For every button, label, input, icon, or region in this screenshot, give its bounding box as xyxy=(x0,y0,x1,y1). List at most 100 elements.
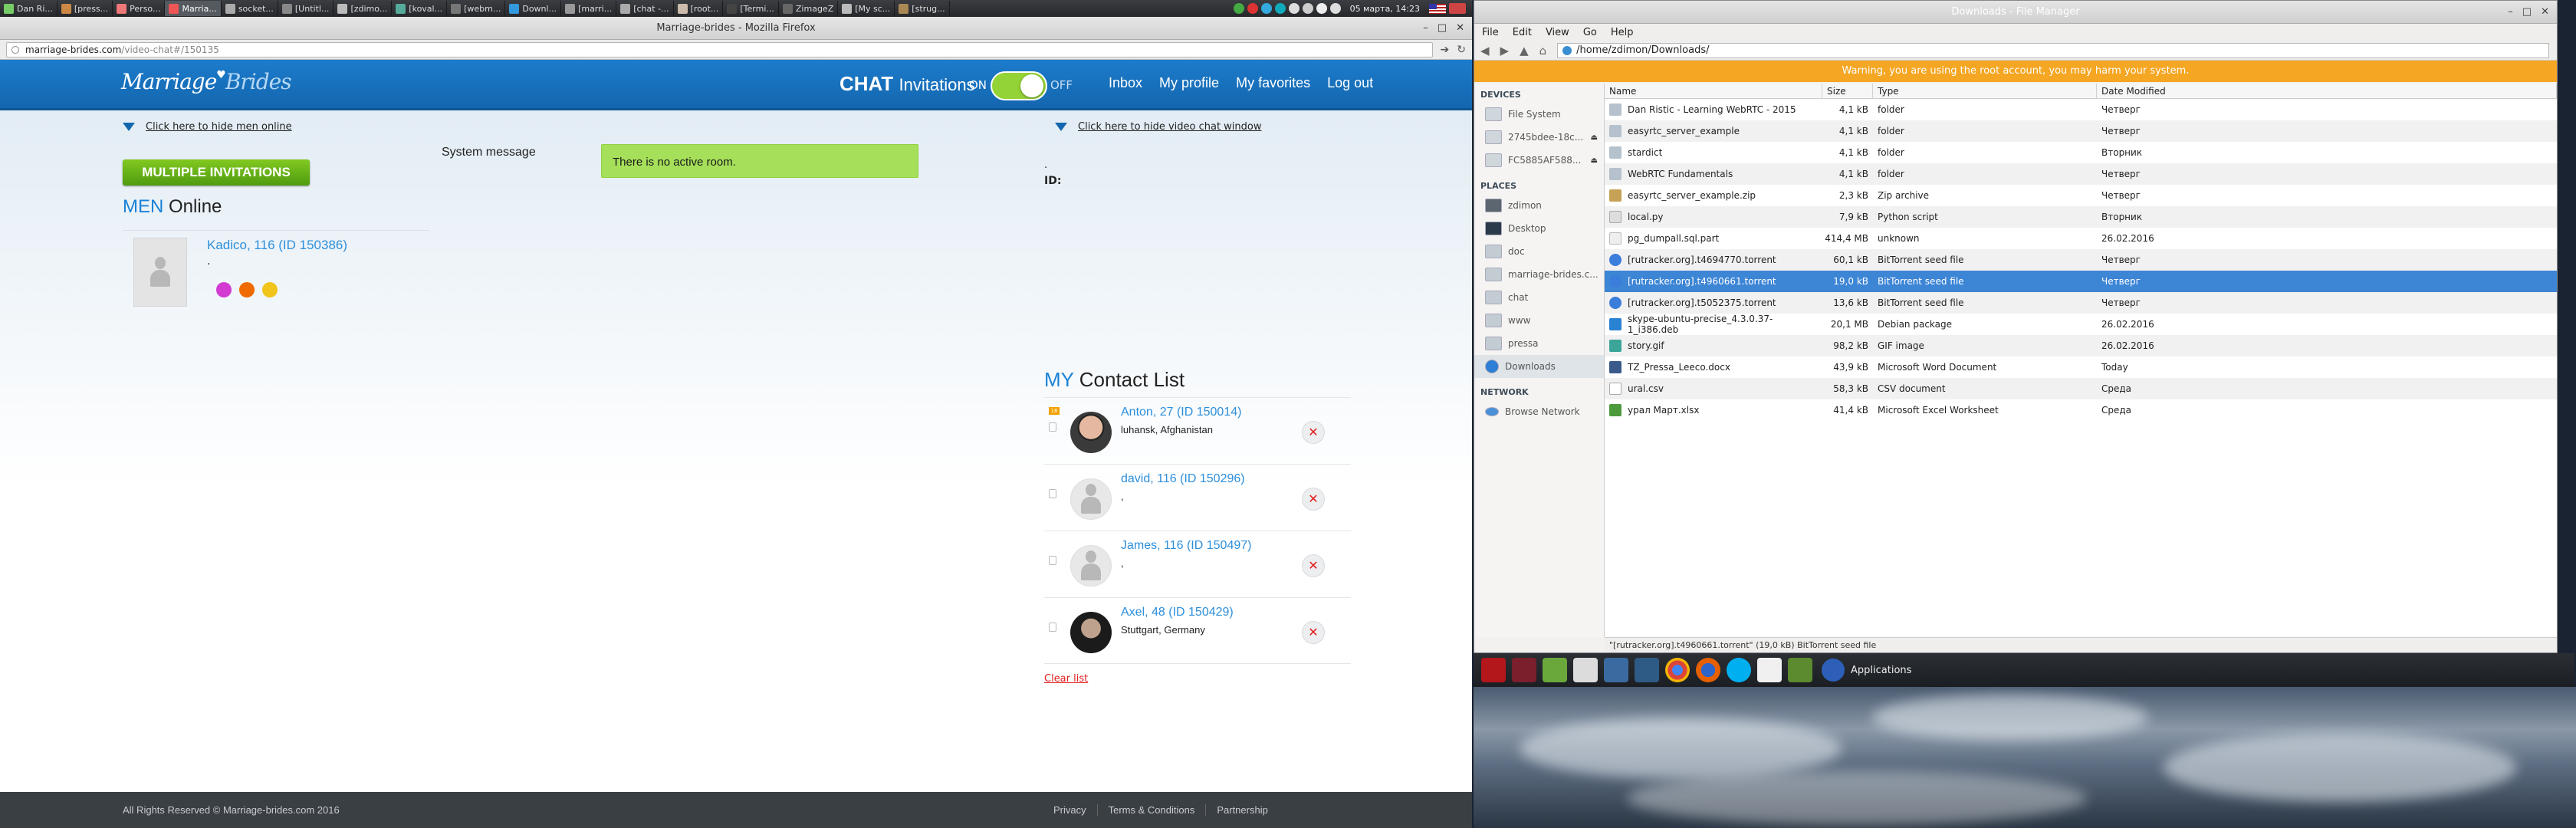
sidebar-item-device-2745[interactable]: 2745bdee-18c... ⏏ xyxy=(1474,126,1604,149)
mysql-workbench-icon[interactable] xyxy=(1635,658,1659,682)
taskbar-window-button[interactable]: Downl... xyxy=(505,1,562,16)
column-header-date-modified[interactable]: Date Modified xyxy=(2097,84,2557,98)
minimize-icon[interactable]: – xyxy=(2508,1,2513,24)
text-editor-icon[interactable] xyxy=(1573,658,1598,682)
taskbar-window-button[interactable]: socket... xyxy=(222,1,278,16)
home-icon[interactable]: ⌂ xyxy=(1539,44,1547,58)
column-header-type[interactable]: Type xyxy=(1873,84,2097,98)
table-row[interactable]: stardict 4,1 kB folder Вторник xyxy=(1605,142,2557,163)
up-arrow-icon[interactable]: ▲ xyxy=(1520,44,1529,58)
table-row[interactable]: story.gif 98,2 kB GIF image 26.02.2016 xyxy=(1605,335,2557,356)
postgresql-icon[interactable] xyxy=(1604,658,1628,682)
sidebar-item-chat[interactable]: chat xyxy=(1474,286,1604,309)
sidebar-item-doc[interactable]: doc xyxy=(1474,240,1604,263)
sidebar-item-downloads[interactable]: Downloads xyxy=(1474,355,1604,378)
applications-menu[interactable]: Applications xyxy=(1822,659,1911,682)
nav-my-favorites[interactable]: My favorites xyxy=(1236,75,1310,91)
table-row[interactable]: skype-ubuntu-precise_4.3.0.37-1_i386.deb… xyxy=(1605,314,2557,335)
taskbar-window-button[interactable]: Dan Ri... xyxy=(0,1,58,16)
remove-contact-button[interactable]: ✕ xyxy=(1302,621,1325,644)
table-row[interactable]: Dan Ristic - Learning WebRTC - 2015 4,1 k… xyxy=(1605,99,2557,120)
close-icon[interactable]: ✕ xyxy=(1456,17,1464,40)
app-icon[interactable] xyxy=(1757,658,1782,682)
favorite-icon[interactable] xyxy=(262,282,278,297)
taskbar-window-button[interactable]: [koval... xyxy=(392,1,448,16)
forward-arrow-icon[interactable]: ▶ xyxy=(1500,44,1510,58)
chat-invite-icon[interactable] xyxy=(216,282,232,297)
nav-inbox[interactable]: Inbox xyxy=(1109,75,1142,91)
maximize-icon[interactable]: □ xyxy=(2522,1,2532,24)
bluetooth-icon[interactable] xyxy=(1302,3,1313,14)
table-row[interactable]: pg_dumpall.sql.part 414,4 MB unknown 26.02.… xyxy=(1605,228,2557,249)
column-header-name[interactable]: Name xyxy=(1605,84,1822,98)
taskbar-window-button[interactable]: [Untitl... xyxy=(278,1,334,16)
back-arrow-icon[interactable]: ◀ xyxy=(1480,44,1490,58)
hide-video-toggle[interactable]: Click here to hide video chat window xyxy=(1055,121,1262,133)
table-row[interactable]: ural.csv 58,3 kB CSV document Среда xyxy=(1605,378,2557,399)
taskbar-window-button[interactable]: ZimageZ xyxy=(779,1,839,16)
hide-men-link[interactable]: Click here to hide men online xyxy=(146,121,292,133)
table-row[interactable]: local.py 7,9 kB Python script Вторник xyxy=(1605,206,2557,228)
skype-tray-icon[interactable] xyxy=(1274,3,1286,14)
minimize-icon[interactable]: – xyxy=(1423,17,1428,40)
taskbar-window-button[interactable]: Perso... xyxy=(113,1,166,16)
menu-view[interactable]: View xyxy=(1546,27,1569,38)
table-row[interactable]: WebRTC Fundamentals 4,1 kB folder Четверг xyxy=(1605,163,2557,185)
contact-name[interactable]: Axel, 48 (ID 150429) xyxy=(1121,606,1234,619)
tools-icon[interactable] xyxy=(1543,658,1567,682)
eject-icon[interactable]: ⏏ xyxy=(1591,133,1598,142)
site-logo[interactable]: Marriage♥Brides xyxy=(121,69,292,94)
chrome-icon[interactable] xyxy=(1665,658,1690,682)
sidebar-item-zdimon[interactable]: zdimon xyxy=(1474,194,1604,217)
nav-log-out[interactable]: Log out xyxy=(1327,75,1373,91)
video-invite-icon[interactable] xyxy=(239,282,255,297)
sidebar-item-pressa[interactable]: pressa xyxy=(1474,332,1604,355)
volume-icon[interactable] xyxy=(1329,3,1341,14)
hide-video-link[interactable]: Click here to hide video chat window xyxy=(1078,121,1262,133)
sidebar-item-device-fc58[interactable]: FC5885AF588... ⏏ xyxy=(1474,149,1604,172)
menu-file[interactable]: File xyxy=(1482,27,1499,38)
contact-name[interactable]: david, 116 (ID 150296) xyxy=(1121,472,1245,486)
filezilla-icon[interactable] xyxy=(1481,658,1506,682)
chrome-tray-icon[interactable] xyxy=(1247,3,1258,14)
contact-name[interactable]: Anton, 27 (ID 150014) xyxy=(1121,406,1241,419)
hide-men-toggle[interactable]: Click here to hide men online xyxy=(123,121,292,133)
toggle-knob[interactable] xyxy=(1020,74,1043,97)
collapse-triangle-icon[interactable] xyxy=(1055,123,1067,131)
keyboard-layout-flag-icon[interactable] xyxy=(1429,3,1446,14)
table-row[interactable]: easyrtc_server_example.zip 2,3 kB Zip arch… xyxy=(1605,185,2557,206)
sidebar-item-www[interactable]: www xyxy=(1474,309,1604,332)
table-row[interactable]: [rutracker.org].t4694770.torrent 60,1 kB B… xyxy=(1605,249,2557,271)
remove-contact-button[interactable]: ✕ xyxy=(1302,421,1325,444)
clear-list-link[interactable]: Clear list xyxy=(1044,673,1088,685)
footer-partnership-link[interactable]: Partnership xyxy=(1205,804,1278,816)
go-arrow-icon[interactable]: ➔ xyxy=(1441,44,1450,56)
menu-help[interactable]: Help xyxy=(1611,27,1634,38)
multiple-invitations-button[interactable]: MULTIPLE INVITATIONS xyxy=(123,159,310,186)
maximize-icon[interactable]: □ xyxy=(1438,17,1447,40)
contact-name[interactable]: James, 116 (ID 150497) xyxy=(1121,539,1251,553)
battery-icon[interactable] xyxy=(1316,3,1327,14)
user-icon[interactable] xyxy=(1449,3,1466,14)
close-icon[interactable]: ✕ xyxy=(2541,1,2549,24)
site-info-icon[interactable] xyxy=(12,45,19,54)
sidebar-item-browse-network[interactable]: Browse Network xyxy=(1474,400,1604,423)
clock[interactable]: 05 марта, 14:23 xyxy=(1350,4,1420,14)
diffuse-icon[interactable] xyxy=(1788,658,1812,682)
avatar[interactable] xyxy=(1070,612,1112,653)
avatar[interactable] xyxy=(1070,478,1112,520)
table-row[interactable]: TZ_Pressa_Leeco.docx 43,9 kB Microsoft Wor… xyxy=(1605,356,2557,378)
taskbar-window-button[interactable]: [press... xyxy=(58,1,113,16)
footer-terms-link[interactable]: Terms & Conditions xyxy=(1096,804,1206,816)
taskbar-window-button[interactable]: [zdimo... xyxy=(334,1,393,16)
table-row[interactable]: урал Март.xlsx 41,4 kB Microsoft Excel Wor… xyxy=(1605,399,2557,421)
skype-icon[interactable] xyxy=(1727,658,1751,682)
table-row[interactable]: [rutracker.org].t5052375.torrent 13,6 kB B… xyxy=(1605,292,2557,314)
network-icon[interactable] xyxy=(1288,3,1300,14)
tray-app-icon[interactable] xyxy=(1233,3,1244,14)
collapse-triangle-icon[interactable] xyxy=(123,123,135,131)
taskbar-window-button[interactable]: [My sc... xyxy=(838,1,895,16)
taskbar-window-button[interactable]: [chat -... xyxy=(616,1,674,16)
avatar[interactable] xyxy=(1070,545,1112,586)
gnome-terminal-icon[interactable] xyxy=(1512,658,1536,682)
